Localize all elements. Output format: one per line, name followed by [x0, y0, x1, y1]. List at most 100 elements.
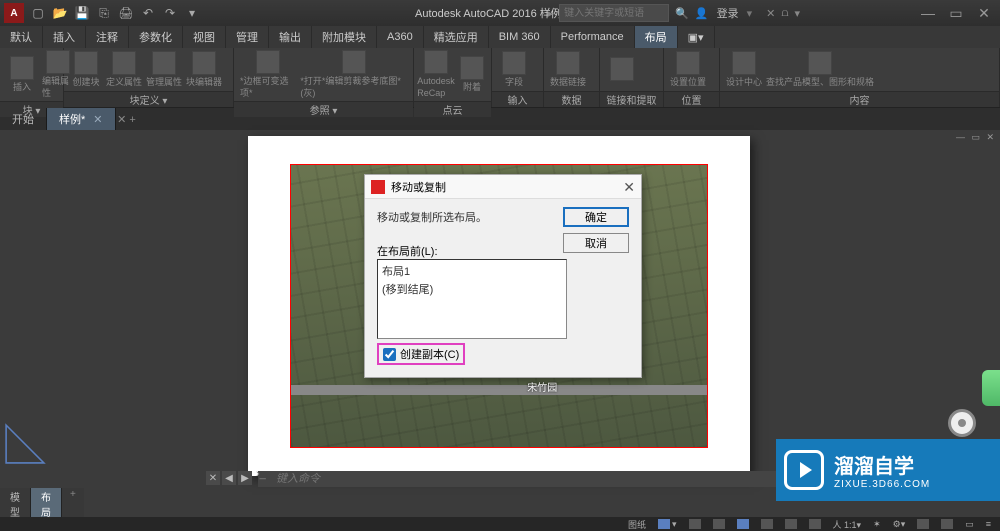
customize-icon[interactable]: ≡ — [983, 519, 994, 529]
isolate-icon[interactable] — [938, 519, 956, 529]
ribbon-button[interactable]: Autodesk ReCap — [420, 50, 452, 99]
cleanscreen-icon[interactable]: ▭ — [962, 519, 977, 530]
nav-compass-icon[interactable] — [948, 409, 976, 437]
ribbon-btn-label: 字段 — [505, 77, 523, 89]
menu-tab-布局[interactable]: 布局 — [635, 26, 678, 48]
ribbon-panel-title[interactable]: 链接和提取 — [600, 91, 663, 107]
qat-more-icon[interactable]: ▾ — [182, 3, 202, 23]
doc-tab[interactable]: 样例* ✕ — [47, 108, 116, 130]
close-button[interactable]: ✕ — [972, 3, 996, 23]
ribbon-button[interactable]: 数据链接 — [550, 51, 586, 89]
ribbon-panel: 创建块定义属性管理属性块编辑器块定义 ▾ — [64, 48, 234, 107]
redo-icon[interactable]: ↷ — [160, 3, 180, 23]
titlebar: A ▢ 📂 💾 ⎘ 🖨 ↶ ↷ ▾ Autodesk AutoCAD 2016 … — [0, 0, 1000, 26]
polar-icon[interactable] — [734, 519, 752, 529]
menu-tab-默认[interactable]: 默认 — [0, 26, 43, 48]
list-item[interactable]: (移到结尾) — [382, 280, 562, 298]
menu-tab-附加模块[interactable]: 附加模块 — [312, 26, 377, 48]
open-icon[interactable]: 📂 — [50, 3, 70, 23]
grid-icon[interactable]: ▾ — [655, 519, 680, 530]
hwaccel-icon[interactable] — [914, 519, 932, 529]
ribbon-button[interactable]: 定义属性 — [106, 51, 142, 89]
ribbon-panel-title[interactable]: 输入 — [492, 91, 543, 107]
nav-right-icon[interactable]: ▶ — [238, 471, 252, 485]
ortho-icon[interactable] — [710, 519, 728, 529]
add-doc-tab[interactable]: ✕ + — [116, 113, 138, 126]
undo-icon[interactable]: ↶ — [138, 3, 158, 23]
ribbon-button[interactable]: 插入 — [6, 56, 38, 94]
menu-tab-BIM 360[interactable]: BIM 360 — [489, 26, 551, 48]
exchange-icon[interactable]: ✕ — [766, 7, 775, 20]
autodesk-icon[interactable]: ⩍ — [781, 7, 788, 20]
menu-tab-A360[interactable]: A360 — [377, 26, 424, 48]
ribbon-panel: 插入编辑属性块 ▾ — [0, 48, 64, 107]
snap-icon[interactable] — [686, 519, 704, 529]
layout-listbox[interactable]: 布局1(移到结尾) — [377, 259, 567, 339]
ribbon-btn-icon — [112, 51, 136, 75]
ribbon-panel-title[interactable]: 参照 ▾ — [234, 101, 413, 117]
menu-tab-管理[interactable]: 管理 — [226, 26, 269, 48]
app-logo-icon[interactable]: A — [4, 3, 24, 23]
ribbon-btn-label: 创建块 — [72, 77, 99, 89]
nav-left-icon[interactable]: ◀ — [222, 471, 236, 485]
ribbon-button[interactable]: 块编辑器 — [186, 51, 222, 89]
command-input[interactable] — [258, 471, 778, 487]
menu-tab-注释[interactable]: 注释 — [86, 26, 129, 48]
workspace-icon[interactable]: ⚙▾ — [890, 519, 909, 530]
viewport-window-controls[interactable]: — ▭ ✕ — [956, 132, 996, 143]
saveas-icon[interactable]: ⎘ — [94, 3, 114, 23]
annovis-icon[interactable]: ✶ — [870, 519, 884, 530]
cancel-button[interactable]: 取消 — [563, 233, 629, 253]
maximize-button[interactable]: ▭ — [944, 3, 968, 23]
side-panel-tab[interactable] — [982, 370, 1000, 406]
menu-tab-插入[interactable]: 插入 — [43, 26, 86, 48]
osnap-icon[interactable] — [758, 519, 776, 529]
ribbon-button[interactable]: 查找产品模型、图形和规格 — [766, 51, 874, 89]
ribbon-button[interactable]: *边框可变选项* — [240, 50, 296, 99]
ribbon-button[interactable] — [606, 57, 638, 83]
minimize-button[interactable]: — — [916, 3, 940, 23]
create-copy-row[interactable]: 创建副本(C) — [377, 343, 465, 365]
menu-tab-视图[interactable]: 视图 — [183, 26, 226, 48]
transparency-icon[interactable] — [806, 519, 824, 529]
lineweight-icon[interactable] — [782, 519, 800, 529]
ribbon-button[interactable]: 字段 — [498, 51, 530, 89]
ribbon-panel-title[interactable]: 位置 — [664, 91, 719, 107]
dialog-close-button[interactable]: ✕ — [623, 179, 635, 196]
watermark: 溜溜自学 ZIXUE.3D66.COM — [776, 439, 1000, 501]
ribbon-panel-title[interactable]: 数据 — [544, 91, 599, 107]
new-icon[interactable]: ▢ — [28, 3, 48, 23]
ribbon-button[interactable]: 管理属性 — [146, 51, 182, 89]
ribbon-panel-title[interactable]: 块定义 ▾ — [64, 91, 233, 107]
watermark-title: 溜溜自学 — [834, 450, 930, 479]
ribbon-button[interactable]: 附着 — [456, 56, 488, 94]
status-bar: 图纸 ▾ 人 1:1▾ ✶ ⚙▾ ▭ ≡ — [0, 517, 1000, 531]
ribbon-button[interactable]: 设计中心 — [726, 51, 762, 89]
menu-tab-精选应用[interactable]: 精选应用 — [424, 26, 489, 48]
ribbon-expand-icon[interactable]: ▣▾ — [678, 26, 715, 48]
ucs-icon[interactable] — [4, 423, 46, 465]
menu-tab-参数化[interactable]: 参数化 — [129, 26, 183, 48]
search-icon[interactable]: 🔍 — [675, 7, 689, 20]
ribbon-btn-label: *打开*编辑剪裁参考底图*(灰) — [300, 76, 407, 99]
ribbon-button[interactable]: 创建块 — [70, 51, 102, 89]
create-copy-checkbox[interactable] — [383, 348, 396, 361]
save-icon[interactable]: 💾 — [72, 3, 92, 23]
ok-button[interactable]: 确定 — [563, 207, 629, 227]
plot-icon[interactable]: 🖨 — [116, 3, 136, 23]
user-area[interactable]: 👤 登录 ▾ — [695, 5, 752, 21]
doc-tab[interactable]: 开始 — [0, 108, 47, 130]
list-item[interactable]: 布局1 — [382, 262, 562, 280]
ribbon-panel-title[interactable]: 点云 — [414, 101, 491, 117]
search-input[interactable] — [559, 4, 669, 22]
menu-tab-输出[interactable]: 输出 — [269, 26, 312, 48]
paper-model-toggle[interactable]: 图纸 — [625, 518, 649, 531]
ribbon-panel: 字段输入 — [492, 48, 544, 107]
annoscale-icon[interactable]: 人 1:1▾ — [830, 518, 865, 531]
ribbon-button[interactable]: *打开*编辑剪裁参考底图*(灰) — [300, 50, 407, 99]
ribbon-button[interactable]: 设置位置 — [670, 51, 706, 89]
menu-tab-Performance[interactable]: Performance — [551, 26, 635, 48]
nav-x-icon[interactable]: ✕ — [206, 471, 220, 485]
dialog-titlebar[interactable]: 移动或复制 ✕ — [365, 175, 641, 199]
ribbon-panel-title[interactable]: 内容 — [720, 91, 999, 107]
